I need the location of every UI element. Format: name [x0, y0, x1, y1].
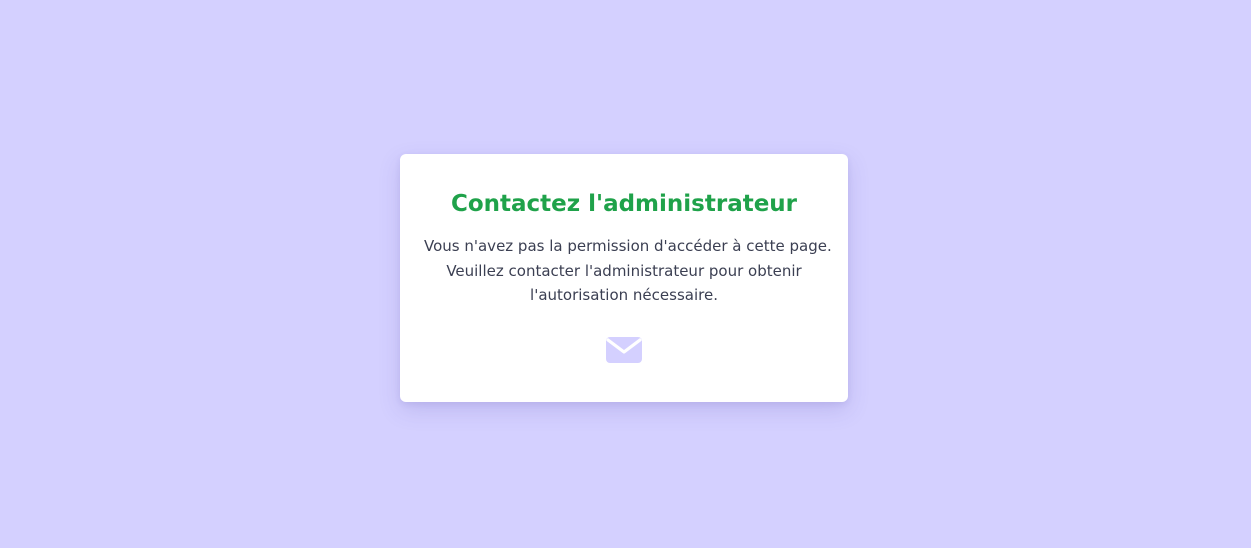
- message-line-3: l'autorisation nécessaire.: [530, 286, 718, 304]
- permission-card: Contactez l'administrateur Vous n'avez p…: [400, 154, 848, 402]
- permission-message: Vous n'avez pas la permission d'accéder …: [424, 234, 832, 308]
- page-title: Contactez l'administrateur: [450, 191, 798, 217]
- message-line-2: Veuillez contacter l'administrateur pour…: [446, 261, 802, 280]
- message-line-1: Vous n'avez pas la permission d'accéder …: [424, 237, 832, 255]
- envelope-icon: [606, 337, 642, 363]
